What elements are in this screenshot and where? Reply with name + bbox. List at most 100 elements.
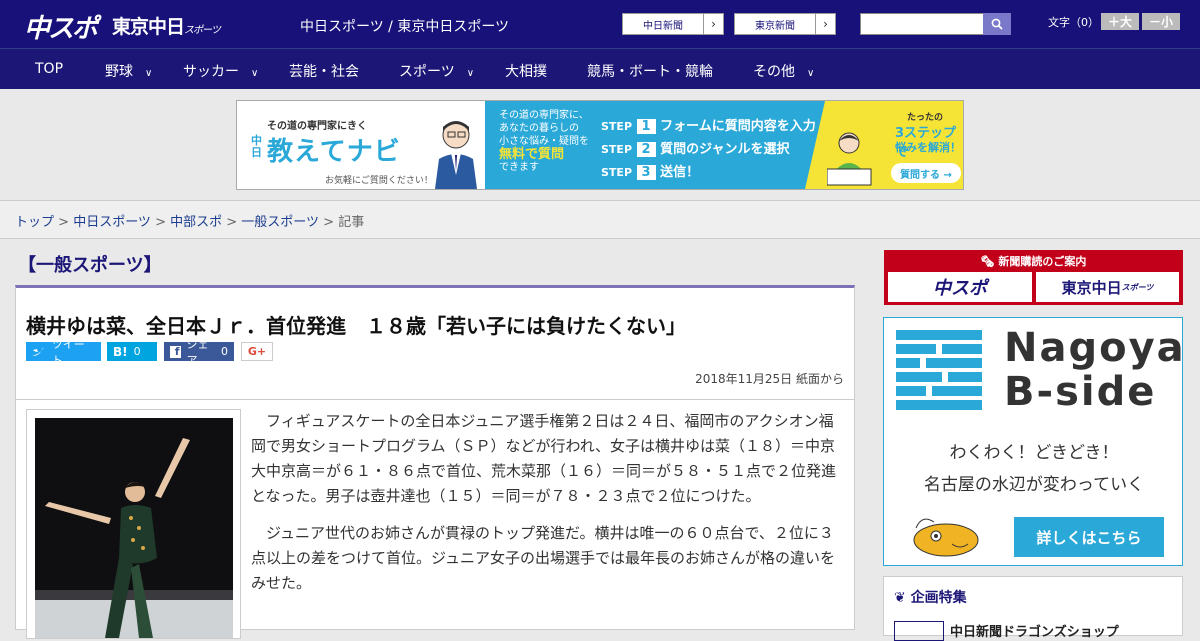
special-features-box: ❦ 企画特集 中日新聞ドラゴンズショップ: [883, 576, 1183, 641]
site-name[interactable]: 中日スポーツ / 東京中日スポーツ: [300, 16, 509, 36]
breadcrumb-sep: >: [319, 215, 339, 230]
article-date: 2018年11月25日 紙面から: [695, 372, 844, 386]
font-larger-button[interactable]: ＋大: [1101, 13, 1139, 30]
skater-image: [35, 418, 233, 638]
breadcrumb-chunichi-sports[interactable]: 中日スポーツ: [73, 215, 151, 230]
nav-sports[interactable]: スポーツ ∨: [399, 61, 474, 81]
banner-note: お気軽にご質問ください！: [325, 176, 433, 186]
category-heading: 【一般スポーツ】: [18, 255, 162, 276]
breadcrumb: トップ > 中日スポーツ > 中部スポ > 一般スポーツ > 記事: [0, 200, 1200, 239]
nagoya-bside-title-2: B-side: [1004, 369, 1157, 415]
banner-mid-line2: あなたの暮らしの: [499, 123, 579, 134]
banner-mid-line4: できます: [499, 162, 539, 173]
banner-right: たったの 3ステップで 悩みを解消！ 質問する →: [805, 101, 963, 189]
banner-lead: その道の専門家にきく: [267, 121, 367, 132]
article-paragraph: ジュニア世代のお姉さんが貫禄のトップ発進だ。横井は唯一の６０点台で、２位に３点以…: [251, 524, 835, 592]
breadcrumb-chubu-spo[interactable]: 中部スポ: [170, 215, 222, 230]
nav-keiba-label: 競馬・ボート・競輪: [587, 64, 713, 80]
search-input[interactable]: [860, 13, 984, 35]
nagoya-bside-details-button[interactable]: 詳しくはこちら: [1014, 517, 1164, 557]
chevron-down-icon: ∨: [466, 68, 475, 79]
newspaper-icon: 🗞: [980, 255, 995, 268]
step-text: フォームに質問内容を入力: [660, 119, 816, 134]
chevron-down-icon: ∨: [251, 68, 259, 79]
banner-chunichi: 中日: [251, 134, 262, 159]
facebook-icon: f: [170, 345, 181, 358]
breadcrumb-sep: >: [150, 215, 171, 230]
chunichi-shimbun-link[interactable]: 中日新聞 ›: [622, 13, 724, 35]
font-size-label: 文字（0）: [1048, 16, 1099, 29]
nav-top[interactable]: TOP: [35, 61, 63, 77]
hatena-button[interactable]: B! 0: [107, 342, 157, 361]
hatena-icon: B!: [113, 344, 128, 359]
main-nav: TOP 野球 ∨ サッカー ∨ 芸能・社会 スポーツ ∨ 大相撲 競馬・ボート・競輪 …: [0, 48, 1200, 89]
subscription-title-text: 新聞購読のご案内: [998, 255, 1087, 268]
special-feature-item[interactable]: 中日新聞ドラゴンズショップ: [950, 621, 1119, 640]
chuspo-logo[interactable]: 中スポ: [24, 8, 98, 45]
nav-entertainment[interactable]: 芸能・社会: [289, 61, 359, 81]
nav-other-label: その他: [753, 64, 795, 80]
nagoya-bside-ad[interactable]: Nagoya B-side わくわく！どきどき！ 名古屋の水辺が変わっていく 詳し…: [883, 317, 1186, 566]
subscribe-tokyo-chunichi[interactable]: 東京中日 スポーツ: [1036, 272, 1179, 302]
nav-keiba[interactable]: 競馬・ボート・競輪: [587, 61, 713, 81]
nav-top-label: TOP: [35, 61, 64, 77]
breadcrumb-top[interactable]: トップ: [15, 215, 54, 230]
tokyo-chunichi-logo[interactable]: 東京中日スポーツ: [112, 12, 221, 39]
ebi-fry-mascot-icon: [913, 518, 979, 557]
nav-sumo[interactable]: 大相撲: [505, 61, 547, 81]
article-body: フィギュアスケートの全日本ジュニア選手権第２日は２４日、福岡市のアクシオン福岡で…: [251, 409, 847, 608]
chevron-down-icon: ∨: [807, 68, 815, 79]
step-text: 送信！: [660, 165, 700, 180]
step-word: STEP: [601, 143, 633, 156]
google-plus-button[interactable]: G+: [241, 342, 273, 361]
step-num: 2: [636, 142, 656, 157]
tweet-label: ツイート: [51, 337, 85, 367]
breadcrumb-sep: >: [222, 215, 242, 230]
article-header: 横井ゆは菜、全日本Ｊｒ．首位発進 １８歳「若い子には負けたくない」 ツイート B…: [16, 288, 854, 400]
banner-left: その道の専門家にきく 中日 教えてナビ お気軽にご質問ください！: [237, 101, 485, 189]
subscription-banner[interactable]: 🗞 新聞購読のご案内 中スポ 東京中日 スポーツ: [884, 250, 1183, 305]
font-smaller-button[interactable]: －小: [1142, 13, 1180, 30]
nav-entertainment-label: 芸能・社会: [289, 64, 359, 80]
tokyo-shimbun-label: 東京新聞: [755, 20, 795, 32]
chevron-right-icon: ›: [703, 14, 723, 34]
breadcrumb-general-sports[interactable]: 一般スポーツ: [241, 215, 319, 230]
article-photo-frame[interactable]: [26, 409, 241, 639]
nav-sumo-label: 大相撲: [505, 64, 547, 80]
article-title: 横井ゆは菜、全日本Ｊｒ．首位発進 １８歳「若い子には負けたくない」: [26, 314, 686, 338]
subscribe-chuspo[interactable]: 中スポ: [888, 272, 1032, 302]
oshiete-navi-banner[interactable]: その道の専門家にきく 中日 教えてナビ お気軽にご質問ください！ その道の専門家…: [236, 100, 964, 190]
article-paragraph: フィギュアスケートの全日本ジュニア選手権第２日は２４日、福岡市のアクシオン福岡で…: [251, 412, 837, 505]
dragons-shop-thumbnail[interactable]: [894, 621, 944, 641]
facebook-share-label: シェア: [186, 337, 209, 367]
special-features-title: ❦ 企画特集: [894, 587, 967, 607]
subscribe-tokyo-chunichi-text: 東京中日: [1061, 278, 1122, 297]
step-word: STEP: [601, 166, 633, 179]
nav-baseball[interactable]: 野球 ∨: [105, 61, 152, 81]
banner-title: 教えてナビ: [267, 137, 401, 167]
businessman-illustration: [435, 121, 477, 189]
nav-sports-label: スポーツ: [399, 64, 455, 80]
tweet-button[interactable]: ツイート: [26, 338, 101, 367]
special-features-title-text: 企画特集: [910, 590, 967, 606]
facebook-share-button[interactable]: f シェア 0: [164, 338, 234, 367]
figure-skater-photo: [35, 418, 233, 638]
nav-baseball-label: 野球: [105, 64, 133, 80]
tokyo-shimbun-link[interactable]: 東京新聞 ›: [734, 13, 836, 35]
nav-other[interactable]: その他 ∨: [753, 61, 814, 81]
nagoya-bside-line2: 名古屋の水辺が変わっていく: [923, 475, 1145, 495]
breadcrumb-current: 記事: [338, 215, 365, 230]
step-num: 1: [636, 119, 656, 134]
hatena-count: 0: [133, 345, 141, 358]
banner-cta-button[interactable]: 質問する →: [891, 163, 961, 183]
tokyo-chunichi-logo-small: スポーツ: [184, 25, 221, 36]
nav-soccer[interactable]: サッカー ∨: [183, 61, 258, 81]
subscribe-tokyo-chunichi-small: スポーツ: [1121, 282, 1154, 292]
nagoya-bside-title: Nagoya B-side: [1004, 326, 1186, 414]
facebook-count: 0: [221, 345, 228, 358]
step-text: 質問のジャンルを選択: [660, 142, 790, 157]
breadcrumb-sep: >: [54, 215, 74, 230]
search-button[interactable]: [983, 13, 1011, 35]
chunichi-shimbun-label: 中日新聞: [643, 20, 683, 32]
nav-soccer-label: サッカー: [183, 64, 239, 80]
